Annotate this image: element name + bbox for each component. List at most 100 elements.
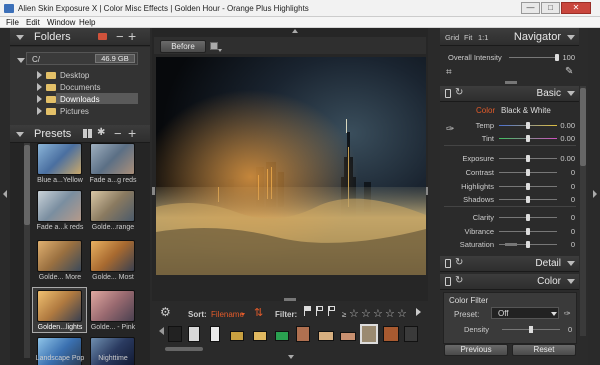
- folder-downloads[interactable]: Downloads: [60, 95, 100, 104]
- collapse-triangle-icon[interactable]: [16, 35, 24, 40]
- right-scrollbar[interactable]: [580, 86, 586, 336]
- preset-thumb[interactable]: [90, 143, 135, 175]
- folder-desktop[interactable]: Desktop: [60, 71, 89, 80]
- preset-thumb[interactable]: [37, 290, 82, 322]
- film-thumb[interactable]: [168, 326, 182, 342]
- expand-drive-icon[interactable]: [17, 58, 25, 63]
- collapse-triangle-icon[interactable]: [567, 35, 575, 40]
- color-header[interactable]: ↻ Color: [440, 274, 579, 290]
- flag-reject-icon[interactable]: [316, 306, 324, 316]
- slider-knob[interactable]: [526, 155, 530, 162]
- reset-panel-icon[interactable]: ↻: [455, 257, 463, 268]
- maximize-button[interactable]: □: [541, 2, 560, 14]
- film-thumb[interactable]: [340, 332, 356, 341]
- toggle-panel-icon[interactable]: [445, 89, 451, 98]
- sort-direction-icon[interactable]: ⇅: [254, 306, 263, 319]
- rating-star-icon[interactable]: ☆: [397, 307, 407, 320]
- slider-exposure[interactable]: Exposure 0.00: [440, 153, 579, 164]
- density-slider-knob[interactable]: [529, 326, 533, 333]
- film-thumb[interactable]: [318, 331, 334, 341]
- folder-icon[interactable]: [98, 33, 107, 40]
- panel-splitter-handle[interactable]: [505, 81, 517, 84]
- preset-thumb[interactable]: [37, 143, 82, 175]
- detail-header[interactable]: ↻ Detail: [440, 256, 579, 272]
- filmstrip-arrow-icon[interactable]: [416, 308, 421, 316]
- compare-mode-icon[interactable]: [210, 42, 218, 50]
- expand-documents-icon[interactable]: [37, 83, 42, 91]
- menu-help[interactable]: Help: [79, 18, 95, 27]
- rating-star-icon[interactable]: ☆: [373, 307, 383, 320]
- collapse-triangle-icon[interactable]: [567, 261, 575, 266]
- slider-tint[interactable]: Tint 0.00: [440, 133, 579, 144]
- presets-header[interactable]: Presets ✱ − +: [10, 125, 150, 143]
- slider-shadows[interactable]: Shadows 0: [440, 194, 579, 205]
- settings-gear-icon[interactable]: ⚙: [160, 305, 171, 319]
- film-thumb[interactable]: [230, 331, 244, 341]
- preset-thumb[interactable]: [90, 190, 135, 222]
- collapse-top-arrow-icon[interactable]: [292, 29, 298, 33]
- filmstrip-scrollbar[interactable]: [165, 347, 203, 351]
- crop-icon[interactable]: ⌗: [446, 67, 452, 78]
- basic-header[interactable]: ↻ Basic: [440, 86, 579, 102]
- scrollbar-thumb[interactable]: [580, 88, 586, 166]
- collapse-left-arrow-icon[interactable]: [3, 190, 7, 198]
- toggle-panel-icon[interactable]: [445, 259, 451, 268]
- film-thumb[interactable]: [210, 326, 220, 342]
- film-thumb[interactable]: [383, 326, 399, 342]
- grid-view-icon[interactable]: [83, 129, 92, 138]
- panel-splitter-handle[interactable]: [505, 243, 517, 246]
- flag-unflagged-icon[interactable]: [328, 306, 336, 316]
- menu-file[interactable]: File: [6, 18, 19, 27]
- remove-preset-icon[interactable]: −: [114, 126, 122, 141]
- sort-dropdown-arrow-icon[interactable]: [241, 313, 245, 316]
- overall-intensity-slider[interactable]: Overall Intensity 100: [440, 52, 579, 63]
- film-thumb[interactable]: [275, 331, 289, 341]
- slider-vibrance[interactable]: Vibrance 0: [440, 226, 579, 237]
- left-splitter-handle[interactable]: [152, 187, 155, 195]
- filmstrip-prev-icon[interactable]: [159, 327, 164, 335]
- tab-fit[interactable]: Fit: [464, 33, 472, 42]
- slider-knob[interactable]: [555, 54, 559, 61]
- mode-color[interactable]: Color: [476, 106, 495, 115]
- tab-grid[interactable]: Grid: [445, 33, 459, 42]
- reset-button[interactable]: Reset: [512, 344, 576, 356]
- slider-knob[interactable]: [526, 214, 530, 221]
- compare-dropdown-icon[interactable]: [218, 49, 222, 52]
- folder-pictures[interactable]: Pictures: [60, 107, 89, 116]
- add-preset-icon[interactable]: +: [128, 125, 136, 141]
- menu-window[interactable]: Window: [47, 18, 75, 27]
- film-thumb-selected[interactable]: [360, 324, 378, 344]
- dropdown-arrow-icon[interactable]: [551, 312, 557, 316]
- slider-highlights[interactable]: Highlights 0: [440, 181, 579, 192]
- rating-star-icon[interactable]: ☆: [361, 307, 371, 320]
- preset-thumb[interactable]: [37, 190, 82, 222]
- remove-folder-icon[interactable]: −: [116, 29, 124, 44]
- menu-edit[interactable]: Edit: [26, 18, 40, 27]
- collapse-triangle-icon[interactable]: [567, 279, 575, 284]
- sort-dropdown[interactable]: Filename: [211, 310, 244, 319]
- collapse-triangle-icon[interactable]: [16, 132, 24, 137]
- presets-scrollbar[interactable]: [24, 143, 30, 358]
- compact-view-icon[interactable]: ✱: [97, 127, 105, 138]
- film-thumb[interactable]: [296, 326, 310, 342]
- slider-knob[interactable]: [526, 169, 530, 176]
- rating-star-icon[interactable]: ☆: [385, 307, 395, 320]
- slider-knob[interactable]: [526, 241, 530, 248]
- collapse-triangle-icon[interactable]: [567, 91, 575, 96]
- toggle-panel-icon[interactable]: [445, 277, 451, 286]
- close-button[interactable]: ✕: [561, 2, 591, 14]
- color-preset-dropdown[interactable]: Off: [491, 307, 559, 319]
- main-photo[interactable]: [156, 57, 426, 275]
- tab-1-1[interactable]: 1:1: [478, 33, 488, 42]
- slider-contrast[interactable]: Contrast 0: [440, 167, 579, 178]
- navigator-header[interactable]: Grid Fit 1:1 Navigator: [440, 28, 579, 46]
- reset-panel-icon[interactable]: ↻: [455, 275, 463, 286]
- rating-star-icon[interactable]: ☆: [349, 307, 359, 320]
- before-button[interactable]: Before: [160, 40, 206, 53]
- eyedropper-icon[interactable]: ✑: [564, 309, 571, 318]
- flag-pick-icon[interactable]: [304, 306, 312, 316]
- slider-track[interactable]: [509, 57, 557, 58]
- expand-pictures-icon[interactable]: [37, 107, 42, 115]
- drive-row[interactable]: C/ 46.9 GB: [26, 52, 138, 65]
- expand-downloads-icon[interactable]: [37, 95, 42, 103]
